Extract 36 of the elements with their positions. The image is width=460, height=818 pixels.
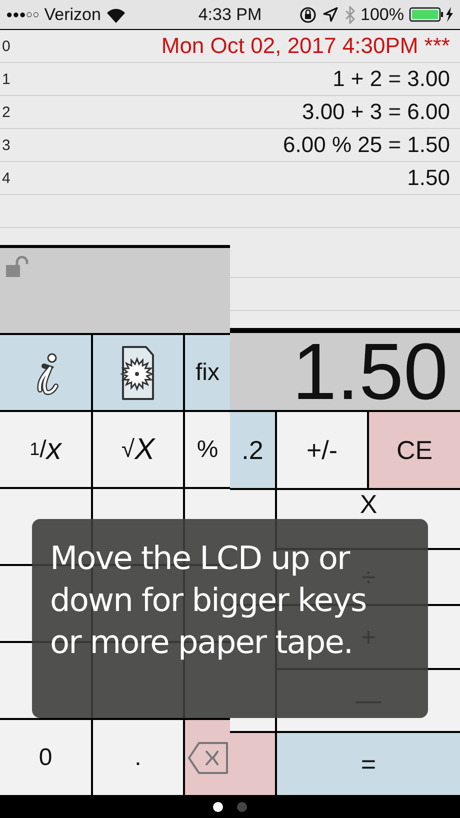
bluetooth-icon bbox=[344, 6, 356, 24]
key-background bbox=[230, 733, 275, 795]
tape-timestamp: Mon Oct 02, 2017 4:30PM *** bbox=[161, 33, 450, 59]
calculator-key[interactable]: √X bbox=[93, 412, 183, 487]
location-arrow-icon bbox=[322, 6, 339, 23]
wifi-icon bbox=[106, 6, 126, 22]
tape-entry: 6.00 % 25 = 1.50 bbox=[283, 132, 450, 158]
rotation-lock-icon bbox=[298, 6, 317, 24]
calculator-key[interactable]: CE bbox=[369, 412, 460, 488]
line-number: 2 bbox=[2, 104, 10, 120]
page-dot[interactable] bbox=[213, 802, 223, 812]
line-number: 0 bbox=[2, 38, 10, 54]
battery-charging-icon bbox=[409, 6, 454, 23]
line-number: 1 bbox=[2, 70, 10, 88]
signal-strength: ●●●○○ bbox=[6, 8, 40, 20]
calculator-key[interactable] bbox=[0, 335, 91, 410]
tape-entry: 1 + 2 = 3.00 bbox=[332, 66, 450, 92]
calculator-key[interactable]: 0 bbox=[0, 720, 91, 795]
lcd-display: 1.50 bbox=[230, 333, 460, 410]
calculator-key[interactable]: . bbox=[93, 720, 183, 795]
calculator-key[interactable] bbox=[93, 335, 183, 410]
page-dot[interactable] bbox=[237, 802, 247, 812]
carrier-name: Verizon bbox=[44, 4, 101, 24]
calculator-key[interactable]: % bbox=[185, 412, 230, 487]
calculator-key[interactable]: = bbox=[277, 733, 460, 795]
tape-entry: 1.50 bbox=[407, 165, 450, 191]
line-number: 3 bbox=[2, 136, 10, 154]
gear-document-icon bbox=[120, 344, 156, 400]
tape-entry: 3.00 + 3 = 6.00 bbox=[302, 99, 450, 125]
unlocked-padlock-icon bbox=[5, 256, 29, 278]
line-number: 4 bbox=[2, 170, 10, 186]
calculator-key[interactable]: .2 bbox=[230, 412, 275, 488]
clock-time: 4:33 PM bbox=[198, 4, 262, 24]
calculator-key[interactable]: +/- bbox=[277, 412, 367, 488]
calculator-key[interactable]: fix bbox=[185, 335, 230, 410]
battery-percent: 100% bbox=[360, 4, 404, 24]
